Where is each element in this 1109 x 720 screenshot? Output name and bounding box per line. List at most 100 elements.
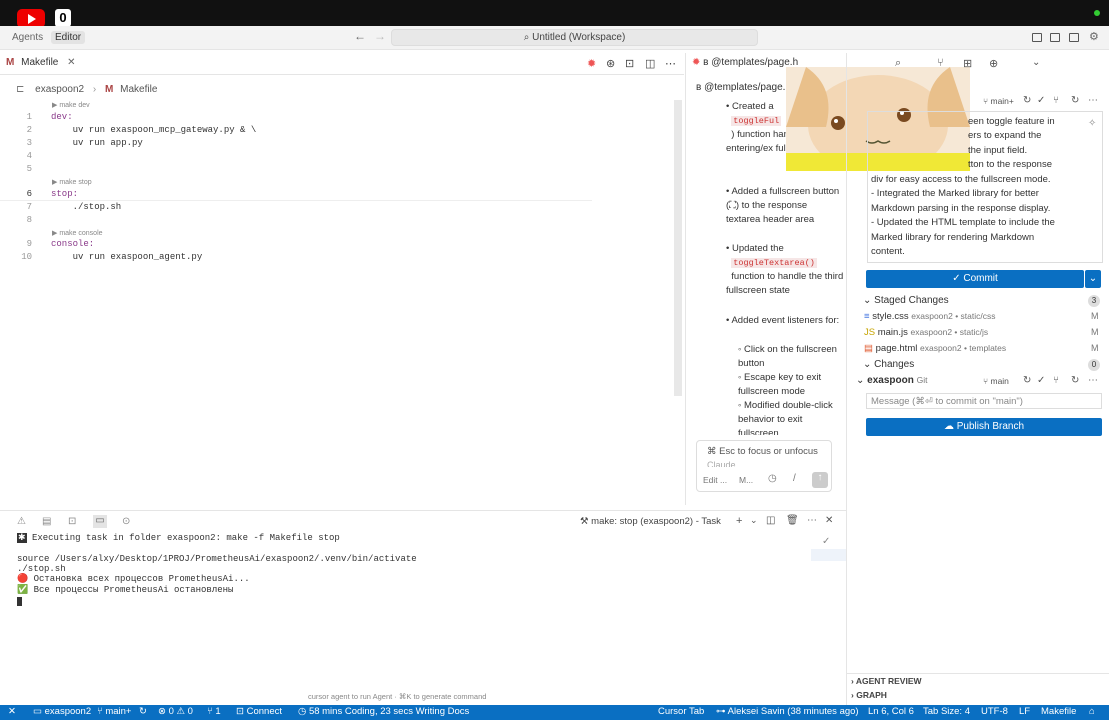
commit-button[interactable]: ✓ Commit <box>866 270 1084 288</box>
chat-context[interactable]: в @templates/page.h <box>696 82 791 93</box>
status-eol[interactable]: LF <box>1019 706 1030 717</box>
codelens-make-stop[interactable]: ▶ make stop <box>52 178 92 186</box>
codelens-make-dev[interactable]: ▶ make dev <box>52 101 90 109</box>
terminal-line: 🔴 Остановка всех процессов PrometheusAi.… <box>17 574 250 584</box>
terminal-icon[interactable]: ▭ <box>93 515 107 528</box>
split-terminal-icon[interactable]: ◫ <box>766 515 775 526</box>
chat-tab[interactable]: ✹ в @templates/page.h <box>692 57 798 68</box>
terminal-line: ./stop.sh <box>17 564 66 574</box>
commit-message-input[interactable]: een toggle feature in ers to expand the … <box>867 111 1103 263</box>
changes-header[interactable]: ⌄ Changes <box>863 359 914 370</box>
layout-bottom-icon[interactable] <box>1050 33 1060 42</box>
ports-icon[interactable]: ⊙ <box>122 516 130 527</box>
account-icon[interactable]: ⊕ <box>989 57 998 70</box>
status-ports[interactable]: ⑂ 1 <box>207 706 221 717</box>
command-search-box[interactable]: ⌕ Untitled (Workspace) <box>391 29 758 46</box>
status-coding-time[interactable]: ◷ 58 mins Coding, 23 secs Writing Docs <box>298 706 469 717</box>
slash-command-icon[interactable]: / <box>793 473 796 484</box>
close-tab-icon[interactable]: ✕ <box>67 57 75 68</box>
graph-icon[interactable]: ⑂ <box>1053 375 1059 386</box>
codelens-make-console[interactable]: ▶ make console <box>52 229 103 237</box>
problems-icon[interactable]: ⚠ <box>17 516 26 527</box>
graph-icon[interactable]: ⑂ <box>1053 95 1059 106</box>
chat-input-box[interactable]: ⌘ Esc to focus or unfocus Claude Edit ..… <box>696 440 832 492</box>
staged-file[interactable]: JS main.js exaspoon2 • static/js <box>864 327 988 338</box>
output-icon[interactable]: ▤ <box>42 516 51 527</box>
terminal-task-selector[interactable]: ⚒ make: stop (exaspoon2) - Task <box>580 516 721 527</box>
refresh-icon[interactable]: ↻ <box>1023 375 1031 386</box>
close-panel-icon[interactable]: ✕ <box>825 515 833 526</box>
scm-branch-indicator[interactable]: ⑂ main+ <box>983 96 1014 106</box>
refresh-icon[interactable]: ↻ <box>1023 95 1031 106</box>
staged-changes-header[interactable]: ⌄ Staged Changes <box>863 295 949 306</box>
more-actions-icon[interactable]: ⋯ <box>665 57 676 70</box>
staged-file[interactable]: ▤ page.html exaspoon2 • templates <box>864 343 1006 354</box>
editor-tab[interactable]: Editor <box>51 31 86 44</box>
check-icon[interactable]: ✓ <box>1037 375 1045 386</box>
breadcrumb-file[interactable]: Makefile <box>120 84 157 95</box>
status-folder[interactable]: ▭ exaspoon2 <box>33 706 91 717</box>
graph-section[interactable]: › GRAPH <box>851 690 887 700</box>
cursor-ai-icon[interactable]: ⊛ <box>606 57 615 70</box>
status-cursor-position[interactable]: Ln 6, Col 6 <box>868 706 914 717</box>
active-task-highlight[interactable] <box>811 549 846 561</box>
branch-icon: ⑂ <box>97 706 103 717</box>
agents-tab[interactable]: Agents <box>8 31 47 44</box>
diff-icon[interactable]: ⊡ <box>625 57 634 70</box>
layout-sidebar-icon[interactable] <box>1069 33 1079 42</box>
history-icon[interactable]: ◷ <box>768 473 777 484</box>
status-problems[interactable]: ⊗ 0 ⚠ 0 <box>158 706 193 717</box>
breadcrumb-folder[interactable]: exaspoon2 <box>35 84 84 95</box>
add-terminal-icon[interactable]: + <box>736 515 742 527</box>
status-tab-size[interactable]: Tab Size: 4 <box>923 706 970 717</box>
editor-scrollbar[interactable] <box>674 100 682 396</box>
more-icon[interactable]: ⋯ <box>1088 95 1098 106</box>
code-chip: toggleFul <box>731 116 782 126</box>
repo-name: exaspoon <box>867 375 914 386</box>
status-connect[interactable]: ⊡ Connect <box>236 706 282 717</box>
sync-icon[interactable]: ↻ <box>1071 95 1079 106</box>
sync-icon[interactable]: ↻ <box>1071 375 1079 386</box>
remote-icon[interactable]: ✕ <box>8 706 16 717</box>
status-language[interactable]: Makefile <box>1041 706 1076 717</box>
repo-branch-indicator[interactable]: ⑂ main <box>983 376 1009 386</box>
agent-review-section[interactable]: › AGENT REVIEW <box>851 676 922 686</box>
split-editor-icon[interactable]: ◫ <box>645 57 655 70</box>
status-encoding[interactable]: UTF-8 <box>981 706 1008 717</box>
settings-gear-icon[interactable]: ⚙ <box>1085 29 1103 44</box>
debug-console-icon[interactable]: ⊡ <box>68 516 76 527</box>
edit-mode-button[interactable]: Edit ... <box>703 475 727 485</box>
publish-branch-button[interactable]: ☁ Publish Branch <box>866 418 1102 436</box>
branch-icon[interactable]: ⑂ <box>937 57 944 69</box>
extensions-icon[interactable]: ⊞ <box>963 57 972 70</box>
model-picker-button[interactable]: M... <box>739 475 753 485</box>
status-cursor-tab[interactable]: Cursor Tab <box>658 706 704 717</box>
sync-icon[interactable]: ↻ <box>139 706 147 717</box>
tab-makefile[interactable]: M Makefile ✕ <box>6 57 76 68</box>
file-status-badge: M <box>1091 343 1099 353</box>
line-number: 1 <box>26 112 32 122</box>
back-arrow-icon[interactable]: ← <box>350 28 370 44</box>
repo-header[interactable]: ⌄ exaspoon Git <box>856 375 928 386</box>
cloud-upload-icon: ☁ <box>943 421 957 432</box>
staged-file[interactable]: ≡ style.css exaspoon2 • static/css <box>864 311 996 322</box>
more-icon[interactable]: ⋯ <box>807 515 817 526</box>
repo-commit-message-input[interactable]: Message (⌘⏎ to commit on "main") <box>866 393 1102 409</box>
file-name: page.html <box>875 343 918 354</box>
run-icon[interactable]: ✹ <box>587 57 596 70</box>
status-branch[interactable]: ⑂ main+ <box>97 706 131 717</box>
search-icon[interactable]: ⌕ <box>895 57 901 70</box>
more-icon[interactable]: ⋯ <box>1088 375 1098 386</box>
ai-generate-icon[interactable]: ✧ <box>1088 118 1096 129</box>
send-arrow-icon[interactable]: ↑ <box>812 472 828 488</box>
notifications-icon[interactable]: ⌂ <box>1089 706 1095 717</box>
check-icon[interactable]: ✓ <box>1037 95 1045 106</box>
breadcrumb: ⊏ exaspoon2 › M Makefile <box>16 84 157 95</box>
status-blame[interactable]: ⊶ Aleksei Savin (38 minutes ago) <box>716 706 859 717</box>
trash-icon[interactable]: 🗑 <box>786 515 799 526</box>
chevron-down-icon[interactable]: ⌄ <box>750 515 758 526</box>
chevron-down-icon[interactable]: ⌄ <box>1032 57 1040 68</box>
forward-arrow-icon[interactable]: → <box>370 28 390 44</box>
layout-panel-icon[interactable] <box>1032 33 1042 42</box>
commit-dropdown-button[interactable]: ⌄ <box>1085 270 1101 288</box>
